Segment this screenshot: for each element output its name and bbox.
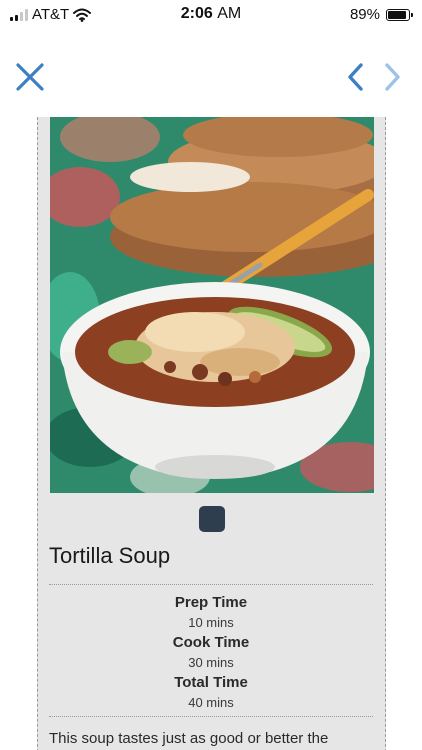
cook-time-label: Cook Time (172, 634, 250, 651)
image-pager-dot[interactable] (199, 506, 225, 532)
close-button[interactable] (12, 59, 48, 95)
navigation-bar (0, 55, 422, 99)
soup-bowl-photo (50, 117, 374, 493)
total-time-value: 40 mins (188, 695, 234, 710)
recipe-description: This soup tastes just as good or better … (49, 730, 329, 747)
cook-time-value: 30 mins (188, 655, 234, 670)
next-recipe-button[interactable] (378, 61, 406, 93)
recipe-page: AT&T 2:06 AM 89% Tortilla Soup Prep Time… (0, 0, 422, 750)
recipe-card: Tortilla Soup Prep Time 10 mins Cook Tim… (37, 117, 386, 750)
battery-level-fill (388, 10, 406, 19)
total-time-label: Total Time (174, 674, 248, 691)
battery-percent: 89% (349, 6, 380, 23)
recipe-photo[interactable] (50, 117, 374, 493)
close-x-icon (16, 63, 44, 91)
clock-ampm: AM (217, 5, 242, 22)
divider-bottom (49, 716, 373, 717)
recipe-times: Prep Time 10 mins Cook Time 30 mins Tota… (49, 593, 373, 713)
chevron-left-icon (348, 63, 363, 91)
battery-icon (386, 8, 413, 21)
prep-time-value: 10 mins (188, 615, 234, 630)
chevron-right-icon (385, 63, 400, 91)
divider-top (49, 584, 373, 585)
recipe-title: Tortilla Soup (49, 543, 171, 568)
status-right: 89% (349, 6, 413, 23)
status-bar: AT&T 2:06 AM 89% (0, 0, 422, 30)
prep-time-label: Prep Time (174, 594, 248, 611)
previous-recipe-button[interactable] (342, 61, 370, 93)
clock-time: 2:06 (180, 5, 213, 22)
